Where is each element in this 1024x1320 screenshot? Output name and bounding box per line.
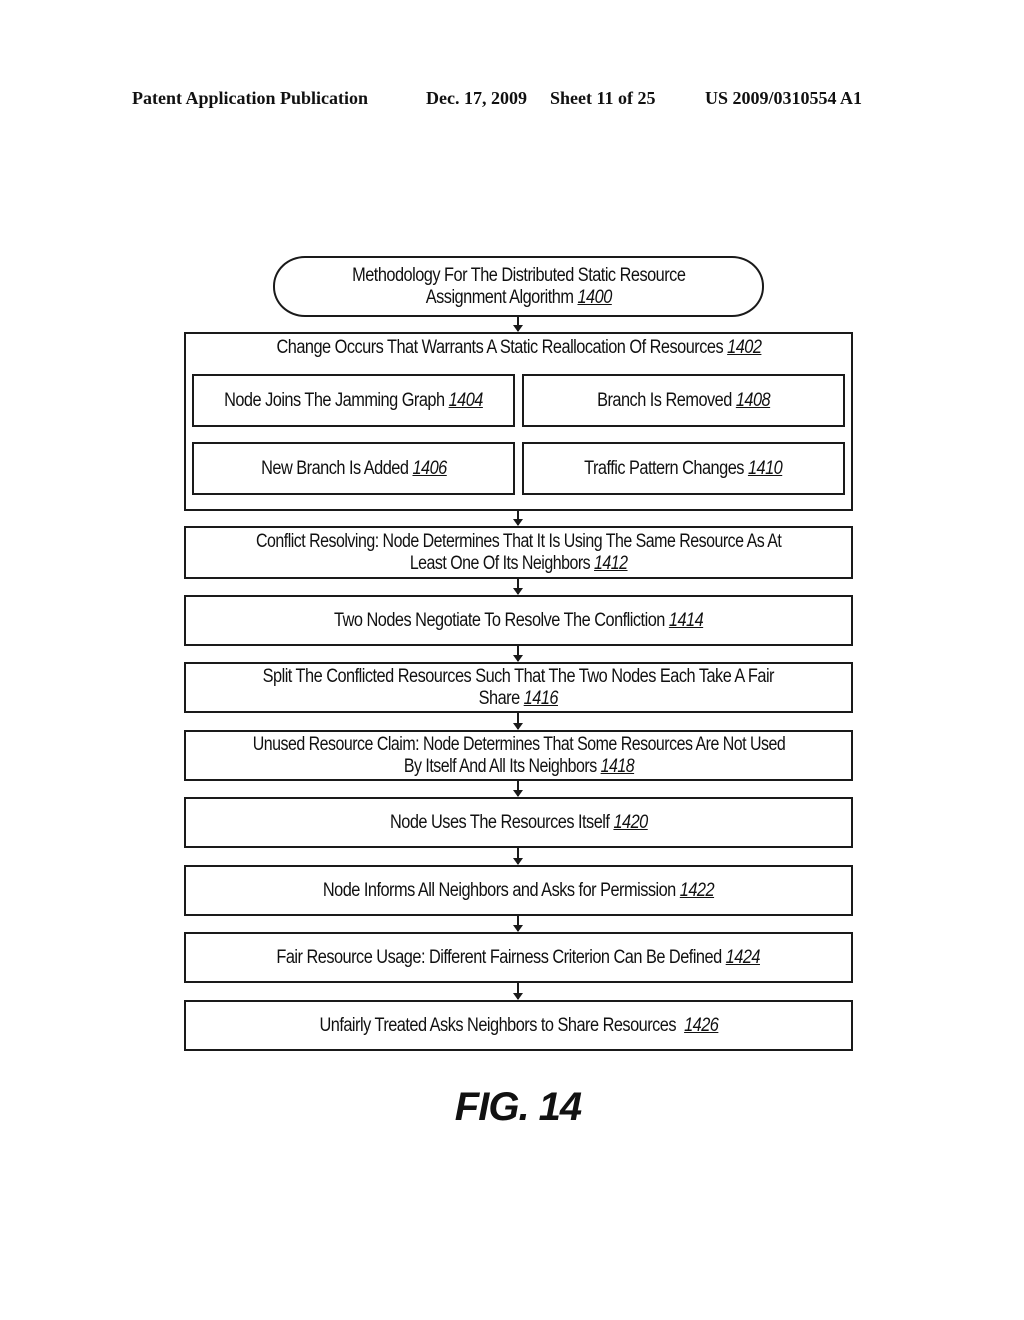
arrow-1400-1402 [513,317,523,332]
ref-1400: 1400 [577,286,612,308]
trigger-box-1408: Branch Is Removed 1408 [522,374,845,427]
arrow-1420-1422 [513,848,523,865]
patent-number: US 2009/0310554 A1 [705,88,863,108]
ref-1424: 1424 [726,946,761,968]
step-box-1418: Unused Resource Claim: Node Determines T… [184,730,853,781]
ref-1406: 1406 [412,457,447,479]
step-box-1414: Two Nodes Negotiate To Resolve The Confl… [184,595,853,646]
step-text: Node Informs All Neighbors and Asks for … [322,879,680,901]
trigger-box-1404: Node Joins The Jamming Graph 1404 [192,374,515,427]
step-box-1416: Split The Conflicted Resources Such That… [184,662,853,713]
trigger-text: Traffic Pattern Changes [584,457,749,479]
publication-label: Patent Application Publication [132,88,369,108]
ref-1410: 1410 [748,457,783,479]
step-box-1412: Conflict Resolving: Node Determines That… [184,526,853,579]
ref-1414: 1414 [668,609,704,631]
ref-1412: 1412 [593,552,628,574]
arrow-1418-1420 [513,781,523,797]
step-line1: Split The Conflicted Resources Such That… [262,665,775,687]
ref-1402: 1402 [726,337,762,358]
trigger-text: New Branch Is Added [260,457,413,479]
arrow-1402-1412 [513,511,523,526]
step-line2: Share [478,687,524,709]
start-line2: Assignment Algorithm [425,286,578,308]
publication-date: Dec. 17, 2009 [426,88,527,108]
step-line2: By Itself And All Its Neighbors [403,755,601,777]
trigger-box-1406: New Branch Is Added 1406 [192,442,515,495]
figure-label: FIG. 14 [454,1085,582,1129]
step-box-1420: Node Uses The Resources Itself 1420 [184,797,853,848]
step-text: Unfairly Treated Asks Neighbors to Share… [319,1014,684,1036]
trigger-text: Branch Is Removed [596,389,736,411]
start-line1: Methodology For The Distributed Static R… [351,264,686,286]
change-text: Change Occurs That Warrants A Static Rea… [276,337,727,358]
ref-1418: 1418 [600,755,634,777]
step-line1: Conflict Resolving: Node Determines That… [255,530,782,552]
ref-1408: 1408 [735,389,771,411]
step-text: Node Uses The Resources Itself [389,811,614,833]
start-terminal-1400: Methodology For The Distributed Static R… [273,256,764,317]
ref-1416: 1416 [523,687,559,709]
patent-header: Patent Application Publication Dec. 17, … [132,88,892,114]
arrow-1424-1426 [513,983,523,1000]
arrow-1416-1418 [513,713,523,730]
trigger-box-1410: Traffic Pattern Changes 1410 [522,442,845,495]
arrow-1412-1414 [513,579,523,595]
sheet-number: Sheet 11 of 25 [550,88,656,108]
step-text: Fair Resource Usage: Different Fairness … [276,946,727,968]
step-box-1424: Fair Resource Usage: Different Fairness … [184,932,853,983]
step-line1: Unused Resource Claim: Node Determines T… [252,733,785,755]
step-box-1426: Unfairly Treated Asks Neighbors to Share… [184,1000,853,1051]
arrow-1422-1424 [513,916,523,932]
ref-1420: 1420 [613,811,648,833]
ref-1404: 1404 [448,389,484,411]
trigger-text: Node Joins The Jamming Graph [224,389,449,411]
ref-1422: 1422 [679,879,715,901]
step-line2: Least One Of Its Neighbors [409,552,594,574]
ref-1426: 1426 [683,1014,719,1036]
step-text: Two Nodes Negotiate To Resolve The Confl… [333,609,669,631]
arrow-1414-1416 [513,646,523,662]
step-box-1422: Node Informs All Neighbors and Asks for … [184,865,853,916]
